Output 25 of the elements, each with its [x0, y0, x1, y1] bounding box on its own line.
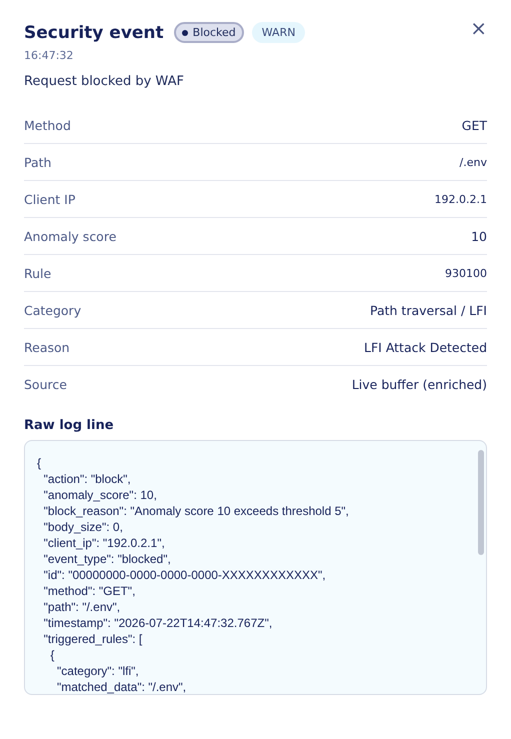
panel-title: Security event [24, 22, 164, 42]
event-summary: Request blocked by WAF [24, 74, 185, 89]
scrollbar-thumb[interactable] [478, 450, 484, 555]
detail-label: Source [24, 376, 67, 392]
detail-value: 930100 [445, 266, 487, 280]
detail-value: /.env [460, 156, 487, 168]
detail-value: LFI Attack Detected [364, 340, 487, 354]
event-time: 16:47:32 [24, 49, 74, 62]
log-text: { "action": "block", "anomaly_score": 10, "block_reason": "Anomaly score 10 exceeds threshold 5", "body_size": 0, "client_ip": "192.0.2.1", "event_type": "blocked", "id": "00000000-0000-0000-0000-XXXXXXXXXXXX", "method": "GET", "path": "/.env", "timestamp": "2026-07-22T14:47:32.767Z", "triggered_rules": [ { "category": "lfi", "matched_data": "/.env", [36, 455, 350, 694]
section-heading: Raw log line [24, 418, 115, 433]
detail-label: Reason [24, 340, 70, 354]
close-button[interactable]: × [470, 16, 487, 40]
detail-value: GET [462, 118, 487, 132]
detail-label: Client IP [24, 192, 76, 206]
detail-label: Category [24, 302, 82, 318]
detail-label: Method [24, 118, 71, 132]
detail-label: Path [24, 154, 52, 170]
detail-value: Path traversal / LFI [370, 302, 487, 318]
level-badge: WARN [252, 22, 306, 43]
status-badge: Blocked [174, 22, 244, 43]
detail-value: Live buffer (enriched) [352, 376, 487, 392]
detail-value: 192.0.2.1 [434, 192, 487, 206]
detail-label: Rule [24, 266, 52, 280]
detail-value: 10 [471, 228, 487, 244]
detail-label: Anomaly score [24, 228, 116, 244]
